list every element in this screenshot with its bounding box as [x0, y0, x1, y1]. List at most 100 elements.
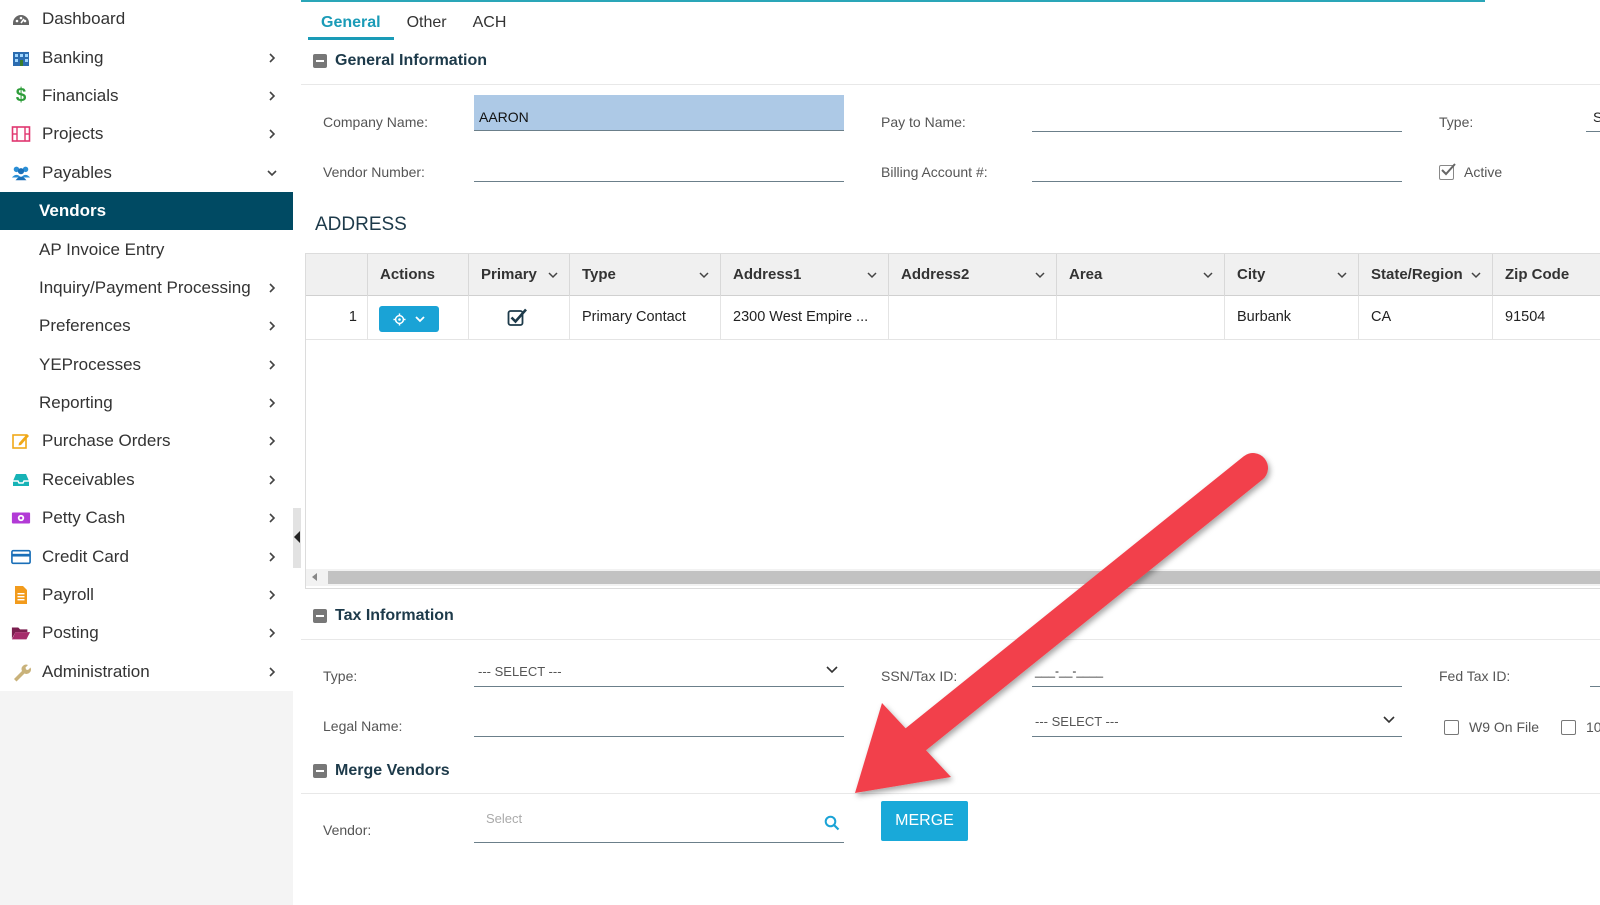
table-row[interactable]: 1 Primary Contact 2300 West Empire ... B…: [306, 296, 1600, 340]
billing-account-input[interactable]: [1032, 181, 1402, 182]
tab-ach[interactable]: ACH: [460, 8, 520, 40]
general-info-header[interactable]: General Information: [313, 52, 487, 70]
sidebar-item-dashboard[interactable]: Dashboard: [0, 0, 293, 38]
sidebar-item-petty-cash[interactable]: Petty Cash: [0, 499, 293, 537]
ssn-tax-id-input[interactable]: ___-__-____: [1035, 664, 1103, 678]
horizontal-scrollbar[interactable]: [306, 569, 1600, 586]
tab-other[interactable]: Other: [394, 8, 460, 40]
chevron-right-icon: [269, 283, 276, 293]
document-icon: [11, 585, 31, 605]
ssn-underline: [1032, 686, 1402, 687]
1099-checkbox[interactable]: [1561, 720, 1576, 735]
grid-col-zip-code[interactable]: Zip Code: [1492, 254, 1600, 296]
collapse-arrow-icon[interactable]: [294, 531, 300, 543]
sidebar-item-payables[interactable]: Payables: [0, 154, 293, 192]
chevron-down-icon[interactable]: [825, 662, 839, 676]
sidebar-item-preferences[interactable]: Preferences: [0, 307, 293, 345]
chevron-down-icon: [867, 272, 877, 279]
sidebar-item-label: Preferences: [39, 316, 131, 336]
grid-col-actions[interactable]: Actions: [367, 254, 468, 296]
legal-name-input[interactable]: [474, 736, 844, 737]
w9-on-file-checkbox[interactable]: [1444, 720, 1459, 735]
sidebar-item-yeprocesses[interactable]: YEProcesses: [0, 346, 293, 384]
tax-info-header[interactable]: Tax Information: [313, 607, 454, 625]
search-icon[interactable]: [824, 815, 840, 831]
row-city: Burbank: [1224, 296, 1358, 340]
divider: [301, 793, 1600, 794]
vendor-search-underline: [474, 842, 844, 843]
sidebar-item-vendors[interactable]: Vendors: [0, 191, 293, 231]
sidebar-item-label: Financials: [42, 85, 119, 105]
sidebar-item-label: Vendors: [39, 201, 107, 221]
column-label: Area: [1069, 266, 1103, 283]
sidebar-item-label: YEProcesses: [39, 354, 142, 374]
sidebar-item-banking[interactable]: Banking: [0, 38, 293, 76]
type-label: Type:: [1439, 114, 1474, 130]
sidebar-item-label: Dashboard: [42, 9, 126, 29]
tax-type-label: Type:: [323, 668, 358, 684]
sidebar-item-projects[interactable]: Projects: [0, 115, 293, 153]
ssn-tax-id-label: SSN/Tax ID:: [881, 668, 958, 684]
sidebar-item-receivables[interactable]: Receivables: [0, 461, 293, 499]
tax-type-underline: [474, 686, 844, 687]
users-icon: [11, 163, 31, 183]
tax-type-select[interactable]: --- SELECT ---: [478, 664, 562, 679]
dollar-icon: $: [15, 84, 27, 106]
inbox-icon: [11, 470, 31, 490]
chevron-down-icon: [267, 170, 277, 176]
sidebar-item-label: Banking: [42, 47, 104, 67]
sidebar-item-administration[interactable]: Administration: [0, 653, 293, 691]
pay-to-name-label: Pay to Name:: [881, 114, 966, 130]
grid-col-type[interactable]: Type: [569, 254, 720, 296]
row-zip: 91504: [1492, 296, 1600, 340]
sidebar-item-posting[interactable]: Posting: [0, 614, 293, 652]
grid-col-index: [306, 254, 367, 296]
chevron-right-icon: [269, 513, 276, 523]
primary-checkbox-icon[interactable]: [507, 307, 529, 327]
grid-col-address1[interactable]: Address1: [720, 254, 888, 296]
sidebar-item-payroll[interactable]: Payroll: [0, 576, 293, 614]
type-input-line: [1586, 131, 1600, 132]
sidebar-item-inquiry-payment-processing[interactable]: Inquiry/Payment Processing: [0, 269, 293, 307]
row-actions-button[interactable]: [379, 306, 439, 332]
tab-general[interactable]: General: [308, 8, 394, 40]
second-select-underline: [1032, 736, 1402, 737]
fed-tax-id-input[interactable]: [1590, 686, 1600, 687]
sidebar-item-ap-invoice-entry[interactable]: AP Invoice Entry: [0, 230, 293, 268]
grid-col-state-region[interactable]: State/Region: [1358, 254, 1492, 296]
grid-col-area[interactable]: Area: [1056, 254, 1224, 296]
merge-vendors-header[interactable]: Merge Vendors: [313, 762, 450, 780]
pay-to-name-input[interactable]: [1032, 131, 1402, 132]
sidebar-item-label: Posting: [42, 623, 99, 643]
active-checkbox[interactable]: [1439, 163, 1456, 180]
collapse-icon: [313, 54, 327, 68]
grid-col-city[interactable]: City: [1224, 254, 1358, 296]
company-name-input[interactable]: AARON: [474, 95, 844, 131]
vendor-number-label: Vendor Number:: [323, 164, 425, 180]
sidebar-item-credit-card[interactable]: Credit Card: [0, 537, 293, 575]
chevron-right-icon: [269, 129, 276, 139]
vendor-number-input[interactable]: [474, 181, 844, 182]
type-input[interactable]: S: [1593, 109, 1600, 125]
row-area: [1056, 296, 1224, 340]
grid-col-primary[interactable]: Primary: [468, 254, 569, 296]
tab-bar: General Other ACH: [308, 8, 519, 40]
scroll-left-icon[interactable]: [312, 573, 317, 581]
chevron-down-icon[interactable]: [1382, 712, 1396, 726]
scrollbar-thumb[interactable]: [328, 571, 1600, 584]
divider: [301, 84, 1600, 85]
grid-col-address2[interactable]: Address2: [888, 254, 1056, 296]
chevron-right-icon: [269, 475, 276, 485]
second-select[interactable]: --- SELECT ---: [1035, 714, 1119, 729]
bank-icon: [11, 48, 31, 68]
sidebar-item-purchase-orders[interactable]: Purchase Orders: [0, 422, 293, 460]
1099-label: 10: [1586, 719, 1600, 735]
vendor-search-input[interactable]: Select: [486, 811, 522, 826]
merge-button[interactable]: MERGE: [881, 801, 968, 841]
sidebar-item-reporting[interactable]: Reporting: [0, 384, 293, 422]
sidebar-item-financials[interactable]: $ Financials: [0, 77, 293, 115]
billing-account-label: Billing Account #:: [881, 164, 988, 180]
row-primary-cell: [468, 296, 569, 340]
gear-icon: [392, 312, 406, 326]
chevron-down-icon: [1035, 272, 1045, 279]
